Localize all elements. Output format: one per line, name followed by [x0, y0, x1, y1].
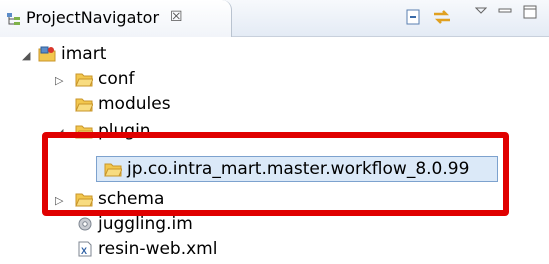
tree-node-imart[interactable]: ◢ imart — [0, 43, 300, 67]
gear-file-icon — [78, 217, 92, 231]
xml-file-icon: X — [78, 241, 92, 257]
collapsed-arrow-icon[interactable]: ▷ — [55, 74, 63, 87]
project-tree: ◢ imart ▷ conf modules ◢ plugin jp.co.in… — [0, 37, 549, 264]
tree-node-juggling[interactable]: juggling.im — [0, 213, 300, 237]
tree-label: imart — [61, 44, 107, 64]
project-navigator-icon — [7, 13, 20, 25]
link-with-editor-icon[interactable] — [432, 8, 452, 26]
tree-node-conf[interactable]: ▷ conf — [0, 68, 300, 92]
maximize-icon[interactable] — [523, 5, 537, 19]
folder-icon — [75, 73, 93, 87]
minimize-icon[interactable] — [498, 6, 512, 16]
tree-node-resin-web[interactable]: X resin-web.xml — [0, 238, 300, 262]
folder-icon — [75, 98, 93, 112]
tree-label: conf — [98, 69, 135, 89]
collapse-all-icon[interactable] — [404, 8, 422, 26]
view-menu-icon[interactable] — [475, 6, 487, 16]
tree-label: modules — [98, 94, 171, 114]
tree-node-modules[interactable]: modules — [0, 93, 300, 117]
tab-title: ProjectNavigator — [26, 8, 160, 27]
view-tabbar: ProjectNavigator ☒ — [0, 0, 549, 37]
svg-text:X: X — [81, 246, 87, 256]
expanded-arrow-icon[interactable]: ◢ — [22, 49, 30, 62]
tab-close-icon[interactable]: ☒ — [170, 9, 183, 25]
tree-label: resin-web.xml — [98, 239, 218, 259]
project-folder-icon — [38, 46, 56, 62]
highlight-annotation-box — [42, 132, 509, 216]
tree-label: juggling.im — [98, 214, 193, 234]
tab-project-navigator[interactable]: ProjectNavigator ☒ — [0, 0, 232, 37]
